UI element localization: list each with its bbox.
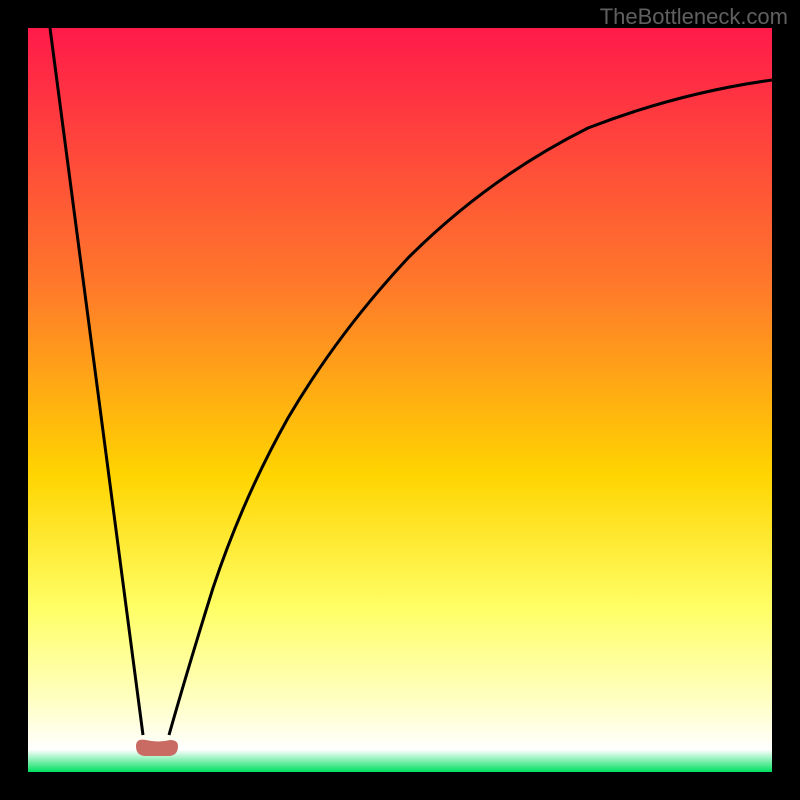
chart-svg [28,28,772,772]
watermark-text: TheBottleneck.com [600,4,788,30]
gradient-background [28,28,772,772]
chart-area [28,28,772,772]
bottom-blob [136,740,178,756]
